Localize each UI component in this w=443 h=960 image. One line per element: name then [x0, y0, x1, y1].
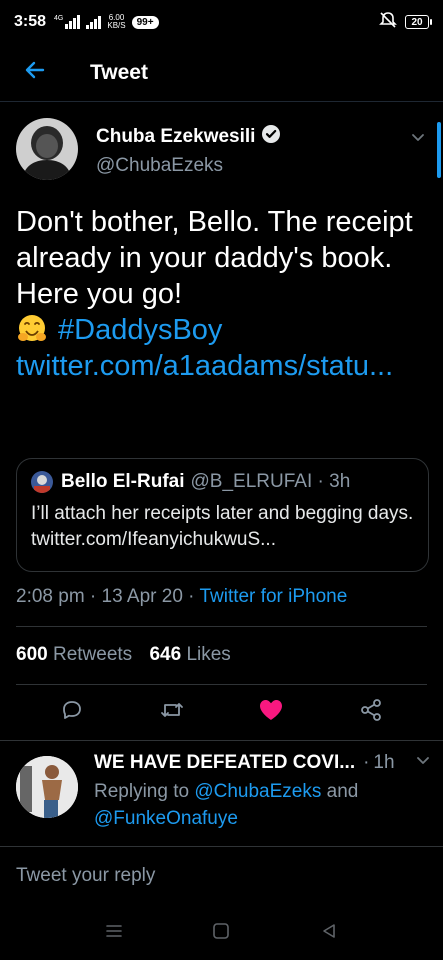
share-icon: [359, 698, 383, 727]
net-speed-unit: KB/S: [107, 21, 126, 30]
reply-button[interactable]: [52, 692, 92, 732]
status-bar: 3:58 4G 6.00 KB/S 99+ 20: [0, 0, 443, 44]
tweet-actions: [0, 692, 443, 732]
verified-badge-icon: [261, 124, 281, 149]
net-speed: 6.00 KB/S: [107, 14, 125, 30]
quote-time: 3h: [329, 471, 351, 492]
quote-author-name: Bello El-Rufai: [61, 471, 185, 492]
likes-label: Likes: [186, 644, 231, 665]
page-title: Tweet: [90, 60, 148, 84]
hugging-face-emoji-icon: [16, 313, 48, 345]
silent-icon: [379, 11, 397, 34]
tweet-stats: 600 Retweets 646 Likes: [16, 644, 231, 666]
retweets-label: Retweets: [52, 644, 133, 665]
signal-icon: 4G: [54, 15, 81, 29]
retweets-count: 600: [16, 644, 48, 665]
tweet-author: Chuba Ezekwesili @ChubaEzeks: [16, 118, 427, 188]
retweet-button[interactable]: [152, 692, 192, 732]
hashtag-link[interactable]: #DaddysBoy: [58, 314, 222, 346]
signal-icon-2: [86, 15, 102, 29]
system-navigation-bar: [0, 906, 443, 960]
menu-icon: [104, 922, 124, 945]
replying-to: Replying to @ChubaEzeks and @FunkeOnafuy…: [94, 778, 431, 832]
author-name[interactable]: Chuba Ezekwesili: [96, 126, 255, 148]
author-handle: @ChubaEzeks: [96, 155, 224, 176]
status-time: 3:58: [14, 13, 47, 30]
replying-prefix: Replying to: [94, 781, 190, 802]
divider: [16, 626, 427, 627]
likes-count: 646: [149, 644, 182, 665]
scrollbar[interactable]: [437, 122, 441, 178]
retweet-icon: [159, 698, 185, 727]
quote-author-handle: @B_ELRUFAI: [190, 471, 313, 492]
tweet-date: 13 Apr 20: [101, 586, 183, 607]
signal-label: 4G: [54, 15, 64, 22]
tweet-meta: 2:08 pm · 13 Apr 20 · Twitter for iPhone: [16, 586, 348, 607]
mention-link[interactable]: @ChubaEzeks: [194, 781, 321, 802]
notification-badge: 99+: [131, 15, 159, 29]
home-button[interactable]: [201, 913, 241, 953]
chevron-down-icon[interactable]: [415, 752, 431, 774]
reply-icon: [60, 698, 84, 727]
reply-tweet[interactable]: WE HAVE DEFEATED COVI... · 1h Replying t…: [16, 752, 431, 848]
menu-button[interactable]: [94, 913, 134, 953]
chevron-down-icon[interactable]: [409, 128, 427, 151]
battery-icon: 20: [405, 15, 432, 29]
divider: [16, 684, 427, 685]
back-arrow-icon: [23, 58, 47, 87]
back-button[interactable]: [0, 44, 70, 102]
replying-conjunction: and: [326, 781, 359, 802]
reply-avatar[interactable]: [16, 756, 78, 818]
retweets-stat[interactable]: 600 Retweets: [16, 644, 132, 665]
system-back-button[interactable]: [309, 913, 349, 953]
tweet-body: Don't bother, Bello. The receipt already…: [16, 206, 413, 310]
reply-time: 1h: [373, 752, 395, 773]
like-button[interactable]: [251, 692, 291, 732]
quote-text: I’ll attach her receipts later and beggi…: [31, 503, 414, 550]
home-icon: [212, 922, 230, 945]
section-separator: [0, 740, 443, 741]
tweet-link[interactable]: twitter.com/a1aadams/statu...: [16, 350, 393, 382]
reply-author-name[interactable]: WE HAVE DEFEATED COVI...: [94, 752, 355, 774]
author-avatar[interactable]: [16, 118, 78, 180]
tweet-source[interactable]: Twitter for iPhone: [199, 586, 347, 607]
reply-input[interactable]: [16, 865, 427, 887]
quote-avatar: [31, 471, 53, 493]
back-triangle-icon: [320, 922, 338, 945]
likes-stat[interactable]: 646 Likes: [149, 644, 230, 665]
share-button[interactable]: [351, 692, 391, 732]
mention-link[interactable]: @FunkeOnafuye: [94, 808, 238, 829]
app-header: Tweet: [0, 44, 443, 102]
tweet-time: 2:08 pm: [16, 586, 85, 607]
tweet-text: Don't bother, Bello. The receipt already…: [16, 204, 421, 384]
heart-icon: [258, 698, 284, 727]
quoted-tweet[interactable]: Bello El-Rufai @B_ELRUFAI · 3h I’ll atta…: [16, 458, 429, 572]
reply-composer: [0, 846, 443, 906]
